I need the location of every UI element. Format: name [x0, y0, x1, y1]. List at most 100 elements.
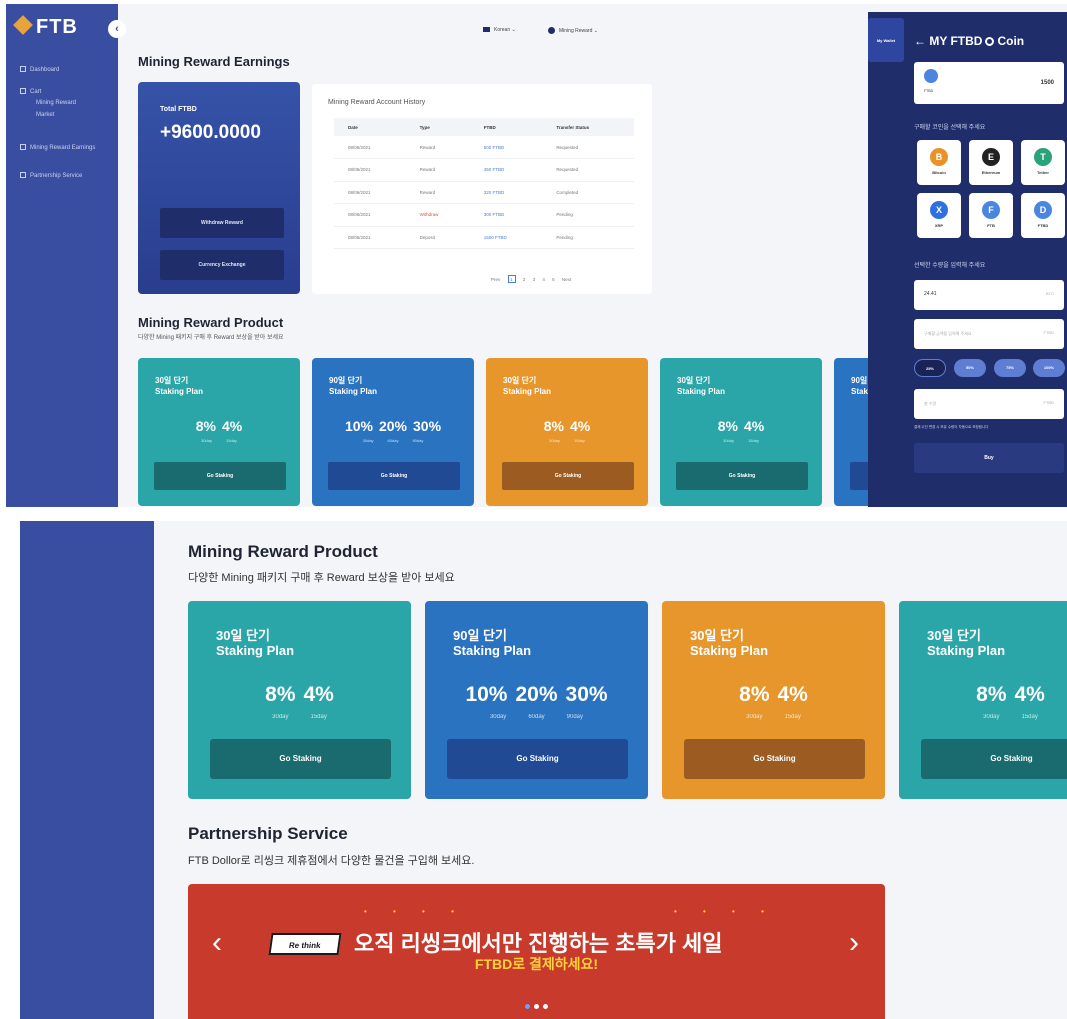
- nav-label: Mining Reward: [36, 100, 77, 106]
- table-row[interactable]: 08/06/2021 Reward 500 FTBD Requested: [334, 136, 634, 159]
- plan-rate: 4%: [777, 683, 808, 706]
- buy-button[interactable]: Buy: [914, 443, 1064, 473]
- carousel-dot[interactable]: [543, 1004, 548, 1009]
- total-ftbd-card: Total FTBD +9600.0000 Withdraw Reward Cu…: [138, 82, 300, 294]
- rethink-logo: Re think: [268, 933, 342, 955]
- plan-term: 30day: [272, 714, 289, 720]
- total-input[interactable]: 총 수량 FTBD: [914, 389, 1064, 419]
- go-staking-button[interactable]: Go Staking: [154, 462, 286, 490]
- balance-box: FTBD 1500: [914, 62, 1064, 104]
- flag-icon: [483, 27, 490, 32]
- partnership-banner[interactable]: ‹ • • • • • • • • Re think 오직 리씽크에서만 진행하…: [188, 884, 885, 1019]
- pager-page[interactable]: 2: [523, 277, 526, 282]
- withdraw-reward-button[interactable]: Withdraw Reward: [160, 208, 284, 238]
- quantity-value: 24.41: [924, 291, 937, 297]
- plan-term: 30day: [201, 438, 212, 443]
- total-placeholder: 총 수량: [924, 401, 937, 406]
- go-staking-button[interactable]: Go Staking: [447, 739, 628, 779]
- plan-duration: 30일 단기: [677, 376, 711, 385]
- staking-plan-card: 30일 단기 Staking Plan 8% 4% 30day 15day Go Staki…: [899, 601, 1067, 799]
- plan-rate: 4%: [744, 418, 765, 434]
- carousel-dot[interactable]: [525, 1004, 530, 1009]
- carousel-dot[interactable]: [534, 1004, 539, 1009]
- nav-item-cart[interactable]: Cart: [20, 88, 41, 95]
- table-cell: 08/06/2021: [334, 158, 406, 182]
- chevron-right-icon[interactable]: ›: [839, 926, 869, 960]
- nav-item-dashboard[interactable]: Dashboard: [20, 66, 59, 73]
- coin-option-tether[interactable]: T Tether: [1021, 140, 1065, 185]
- go-staking-button[interactable]: Go Staking: [684, 739, 865, 779]
- go-staking-button[interactable]: Go Staking: [502, 462, 634, 490]
- total-value: +9600.0000: [160, 122, 261, 143]
- collapse-sidebar-button[interactable]: ‹: [108, 20, 126, 38]
- language-selector[interactable]: Korean ⌄: [483, 27, 516, 33]
- total-label: Total FTBD: [160, 106, 197, 113]
- plan-rate: 20%: [378, 418, 408, 434]
- plan-rate: 4%: [1014, 683, 1045, 706]
- balance-value: 1500: [1040, 80, 1054, 86]
- amount-input[interactable]: 구매할 금액을 입력해 주세요 FTBD: [914, 319, 1064, 349]
- history-title: Mining Reward Account History: [328, 99, 426, 106]
- history-panel: Mining Reward Account History Date Type …: [312, 84, 652, 294]
- sparkle-dots: • • • •: [674, 907, 776, 916]
- table-row[interactable]: 08/06/2021 Reward 450 FTBD Requested: [334, 158, 634, 182]
- nav-item-charge[interactable]: Partnership Service: [20, 172, 82, 179]
- plan-name: Staking Plan: [453, 643, 532, 658]
- table-row[interactable]: 08/06/2021 Withdraw 300 FTBD Pending: [334, 203, 634, 227]
- pager-page[interactable]: 3: [533, 277, 536, 282]
- plan-term: 15day: [1021, 714, 1038, 720]
- amount-unit: FTBD: [1043, 330, 1054, 335]
- nav-item-wallet[interactable]: Mining Reward Earnings: [20, 144, 95, 151]
- go-staking-button[interactable]: Go Staking: [210, 739, 391, 779]
- pager-next[interactable]: Next: [562, 277, 571, 282]
- staking-plan-card: 30일 단기 Staking Plan 8% 4% 30day 15day Go Staki…: [662, 601, 885, 799]
- plan-rates: 8% 4%: [660, 418, 822, 434]
- plan-rates: 8% 4%: [188, 683, 411, 707]
- bitcoin-icon: B: [930, 148, 948, 166]
- table-row[interactable]: 08/06/2021 Reward 320 FTBD Completed: [334, 181, 634, 204]
- wallet-title: MY FTBD: [929, 34, 983, 48]
- table-row[interactable]: 08/06/2021 Deposit 1500 FTBD Pending: [334, 226, 634, 249]
- quantity-label: 선택한 수량을 입력해 주세요: [914, 263, 986, 269]
- go-staking-button[interactable]: Go Staking: [921, 739, 1067, 779]
- pct-25-button[interactable]: 25%: [914, 359, 946, 377]
- my-wallet-tab[interactable]: My Wallet: [868, 18, 904, 62]
- user-menu[interactable]: Mining Reward ⌄: [548, 27, 598, 34]
- coin-option-bitcoin[interactable]: B Bitcoin: [917, 140, 961, 185]
- plan-duration: 30일 단기: [155, 376, 189, 385]
- pager-page[interactable]: 1: [507, 275, 516, 283]
- pager-page[interactable]: 4: [542, 277, 545, 282]
- table-cell: 08/06/2021: [334, 226, 406, 249]
- plan-term: 15day: [748, 438, 759, 443]
- pager-prev[interactable]: Prev: [491, 277, 500, 282]
- ftbd-coin-icon: [924, 69, 938, 83]
- wallet-icon: [20, 144, 26, 150]
- pager-page[interactable]: 5: [552, 277, 555, 282]
- pct-100-button[interactable]: 100%: [1033, 359, 1065, 377]
- go-staking-button[interactable]: Go Staking: [676, 462, 808, 490]
- plan-term: 15day: [226, 438, 237, 443]
- table-cell: 450 FTBD: [469, 158, 543, 182]
- currency-exchange-button[interactable]: Currency Exchange: [160, 250, 284, 280]
- nav-subitem-market[interactable]: Market: [36, 112, 54, 118]
- coin-option-xrp[interactable]: X XRP: [917, 193, 961, 238]
- ftbd-icon: D: [1034, 201, 1052, 219]
- coin-icon: [985, 37, 995, 46]
- plan-duration: 30일 단기: [927, 628, 981, 643]
- plan-rate: 4%: [570, 418, 591, 434]
- xrp-icon: X: [930, 201, 948, 219]
- plan-term: 90day: [412, 438, 424, 443]
- pct-50-button[interactable]: 50%: [954, 359, 986, 377]
- quantity-input[interactable]: 24.41 BTC: [914, 280, 1064, 310]
- nav-subitem-mining-reward[interactable]: Mining Reward: [36, 100, 76, 106]
- plan-term: 30day: [362, 438, 374, 443]
- col-header: Type: [405, 118, 470, 136]
- coin-option-ethereum[interactable]: E Ethereum: [969, 140, 1013, 185]
- pct-75-button[interactable]: 75%: [994, 359, 1026, 377]
- table-cell: 1500 FTBD: [469, 226, 543, 249]
- go-staking-button[interactable]: Go Staking: [328, 462, 460, 490]
- coin-option-ftb[interactable]: F FTB: [969, 193, 1013, 238]
- brand-logo[interactable]: FTB: [13, 15, 78, 39]
- plan-rate: 4%: [303, 683, 334, 706]
- coin-option-ftbd[interactable]: D FTBD: [1021, 193, 1065, 238]
